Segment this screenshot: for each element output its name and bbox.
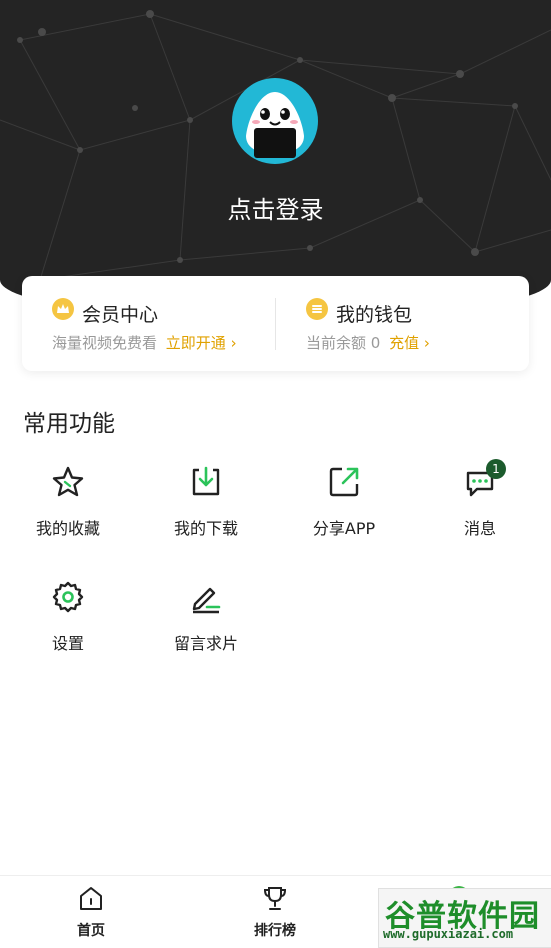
- share-app-item[interactable]: 分享APP: [294, 465, 394, 545]
- tab-ranking-label: 排行榜: [254, 923, 296, 939]
- messages-item[interactable]: 1 消息: [430, 459, 530, 545]
- edit-icon: [192, 587, 221, 614]
- activate-link[interactable]: 立即开通 ›: [166, 334, 237, 352]
- avatar[interactable]: [232, 78, 318, 164]
- settings-item[interactable]: 设置: [18, 580, 118, 660]
- coin-icon: [306, 298, 328, 320]
- watermark-logo: 谷普软件园 www.gupuxiazai.com: [378, 888, 551, 948]
- wallet-subtitle: 当前余额 0 充值 ›: [306, 332, 430, 353]
- account-card: 会员中心 海量视频免费看 立即开通 › 我的钱包 当前余额 0 充值 ›: [22, 276, 529, 371]
- tab-home[interactable]: 首页: [41, 876, 141, 948]
- gear-icon: [52, 581, 84, 613]
- favorites-item[interactable]: 我的收藏: [18, 465, 118, 545]
- wallet-balance: 当前余额 0: [306, 334, 381, 352]
- star-icon: [52, 466, 84, 497]
- share-icon: [329, 467, 359, 497]
- favorites-label: 我的收藏: [35, 519, 100, 538]
- membership-title: 会员中心: [82, 304, 159, 326]
- membership-center[interactable]: 会员中心 海量视频免费看 立即开通 ›: [22, 276, 275, 371]
- tab-ranking[interactable]: 排行榜: [225, 876, 325, 948]
- login-prompt[interactable]: 点击登录: [0, 190, 551, 225]
- tab-home-label: 首页: [77, 923, 105, 939]
- wallet-title: 我的钱包: [336, 304, 413, 326]
- onigiri-avatar-icon: [246, 92, 304, 158]
- recharge-link[interactable]: 充值 ›: [389, 334, 430, 352]
- my-wallet[interactable]: 我的钱包 当前余额 0 充值 ›: [276, 276, 529, 371]
- trophy-icon: [263, 887, 287, 910]
- download-icon: [192, 466, 220, 496]
- request-movie-item[interactable]: 留言求片: [156, 580, 256, 660]
- downloads-item[interactable]: 我的下载: [156, 465, 256, 545]
- settings-label: 设置: [51, 634, 84, 653]
- share-app-label: 分享APP: [312, 519, 376, 538]
- section-title: 常用功能: [23, 411, 115, 437]
- crown-icon: [52, 298, 74, 320]
- watermark-url: www.gupuxiazai.com: [383, 927, 514, 941]
- messages-label: 消息: [463, 519, 496, 538]
- membership-subtitle-text: 海量视频免费看: [52, 334, 158, 352]
- request-movie-label: 留言求片: [173, 634, 238, 653]
- downloads-label: 我的下载: [173, 519, 238, 538]
- membership-subtitle: 海量视频免费看 立即开通 ›: [52, 332, 237, 353]
- home-icon: [80, 887, 102, 910]
- message-count-badge: 1: [486, 459, 506, 479]
- profile-header: 点击登录: [0, 0, 551, 320]
